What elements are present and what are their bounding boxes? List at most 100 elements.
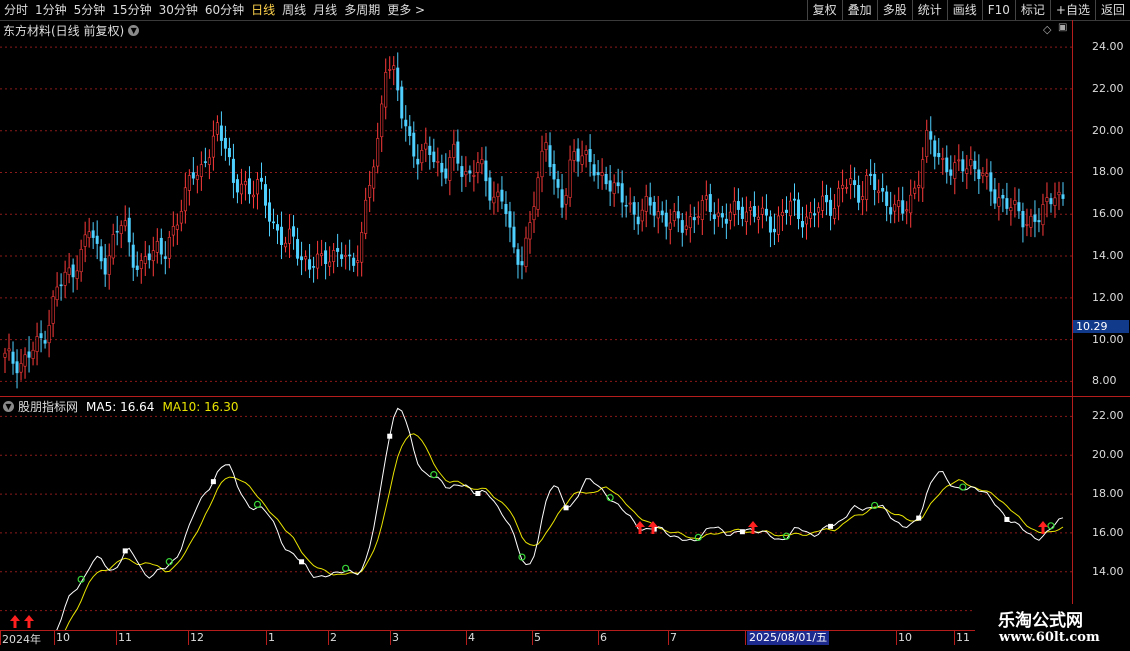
candle-body [119, 225, 123, 234]
month-tick [390, 631, 391, 645]
action-button-8[interactable]: 返回 [1094, 0, 1130, 20]
period-tab-6[interactable]: 日线 [251, 0, 275, 20]
candle-body [304, 256, 308, 260]
candle-body [1053, 197, 1057, 206]
period-tab-1[interactable]: 1分钟 [35, 0, 67, 20]
candle-body [123, 220, 127, 227]
candle-body [772, 228, 776, 233]
candle-body [59, 284, 63, 287]
candle-body [788, 200, 792, 217]
candle-body [263, 184, 267, 206]
candle-body [175, 224, 179, 230]
candle-body [1041, 204, 1045, 226]
candle-body [825, 194, 829, 203]
period-tab-9[interactable]: 多周期 [344, 0, 380, 20]
candle-body [356, 260, 360, 263]
period-tab-7[interactable]: 周线 [282, 0, 306, 20]
candle-body [400, 86, 404, 119]
candle-body [19, 363, 23, 373]
signal-square [916, 515, 922, 521]
action-button-6[interactable]: 标记 [1014, 0, 1050, 20]
month-tick [266, 631, 267, 645]
candle-body [849, 178, 853, 185]
action-button-5[interactable]: F10 [981, 0, 1015, 20]
candle-body [877, 190, 881, 193]
candle-body [688, 216, 692, 229]
action-button-1[interactable]: 叠加 [841, 0, 877, 20]
candle-body [957, 159, 961, 162]
candle-body [540, 150, 544, 178]
month-label: 3 [392, 631, 399, 644]
candle-body [712, 214, 716, 220]
candle-body [893, 203, 897, 212]
candle-body [324, 250, 328, 265]
period-tab-2[interactable]: 5分钟 [74, 0, 106, 20]
candle-body [215, 122, 219, 135]
action-button-0[interactable]: 复权 [806, 0, 842, 20]
period-tab-5[interactable]: 60分钟 [205, 0, 244, 20]
candle-body [280, 226, 284, 245]
candle-body [628, 202, 632, 205]
action-button-7[interactable]: +自选 [1049, 0, 1095, 20]
candle-body [255, 179, 259, 195]
candle-body [528, 222, 532, 240]
candle-body [35, 336, 39, 352]
price-tick: 8.00 [1092, 374, 1117, 388]
candle-body [556, 179, 560, 188]
candle-body [95, 235, 99, 244]
indicator-chart[interactable] [0, 397, 1072, 630]
candle-body [652, 201, 656, 216]
signal-circle [253, 500, 262, 509]
signal-circle [871, 501, 879, 510]
candle-body [728, 211, 732, 221]
candle-body [564, 195, 568, 205]
month-tick [188, 631, 189, 645]
candle-body [179, 211, 183, 224]
candle-body [508, 211, 512, 228]
candle-body [985, 173, 989, 177]
candle-body [259, 177, 263, 182]
candlestick-chart[interactable] [0, 20, 1072, 396]
candle-body [801, 221, 805, 228]
period-tab-8[interactable]: 月线 [313, 0, 337, 20]
candle-body [396, 67, 400, 91]
period-tab-4[interactable]: 30分钟 [159, 0, 198, 20]
candle-body [636, 216, 640, 225]
candle-body [913, 187, 917, 194]
candle-body [620, 183, 624, 203]
candle-body [608, 180, 612, 192]
period-tab-0[interactable]: 分时 [4, 0, 28, 20]
period-tab-10[interactable]: 更多 > [387, 0, 425, 20]
candle-body [524, 237, 528, 267]
candle-body [203, 161, 207, 163]
price-tick: 18.00 [1092, 165, 1124, 179]
candle-body [796, 199, 800, 220]
signal-square [299, 559, 305, 565]
candle-body [736, 201, 740, 210]
candle-body [3, 352, 7, 358]
candle-body [732, 200, 736, 215]
ma10-line [64, 433, 1064, 630]
candle-body [227, 148, 231, 158]
buy-arrow-icon [10, 615, 20, 628]
indicator-tick: 14.00 [1092, 564, 1124, 578]
action-button-3[interactable]: 统计 [911, 0, 947, 20]
candle-body [312, 266, 316, 268]
candle-body [432, 151, 436, 163]
candle-body [147, 253, 151, 261]
candle-body [752, 206, 756, 217]
candle-body [296, 239, 300, 259]
period-tab-3[interactable]: 15分钟 [112, 0, 151, 20]
month-tick [598, 631, 599, 645]
month-tick [466, 631, 467, 645]
action-button-4[interactable]: 画线 [946, 0, 982, 20]
candle-body [953, 162, 957, 179]
action-button-2[interactable]: 多股 [876, 0, 912, 20]
candle-body [997, 197, 1001, 207]
signal-circle [959, 483, 967, 491]
month-label: 2024年 [2, 633, 41, 646]
candle-body [929, 131, 933, 140]
price-tick: 12.00 [1092, 290, 1124, 304]
candle-body [949, 169, 953, 176]
candle-body [235, 179, 239, 193]
